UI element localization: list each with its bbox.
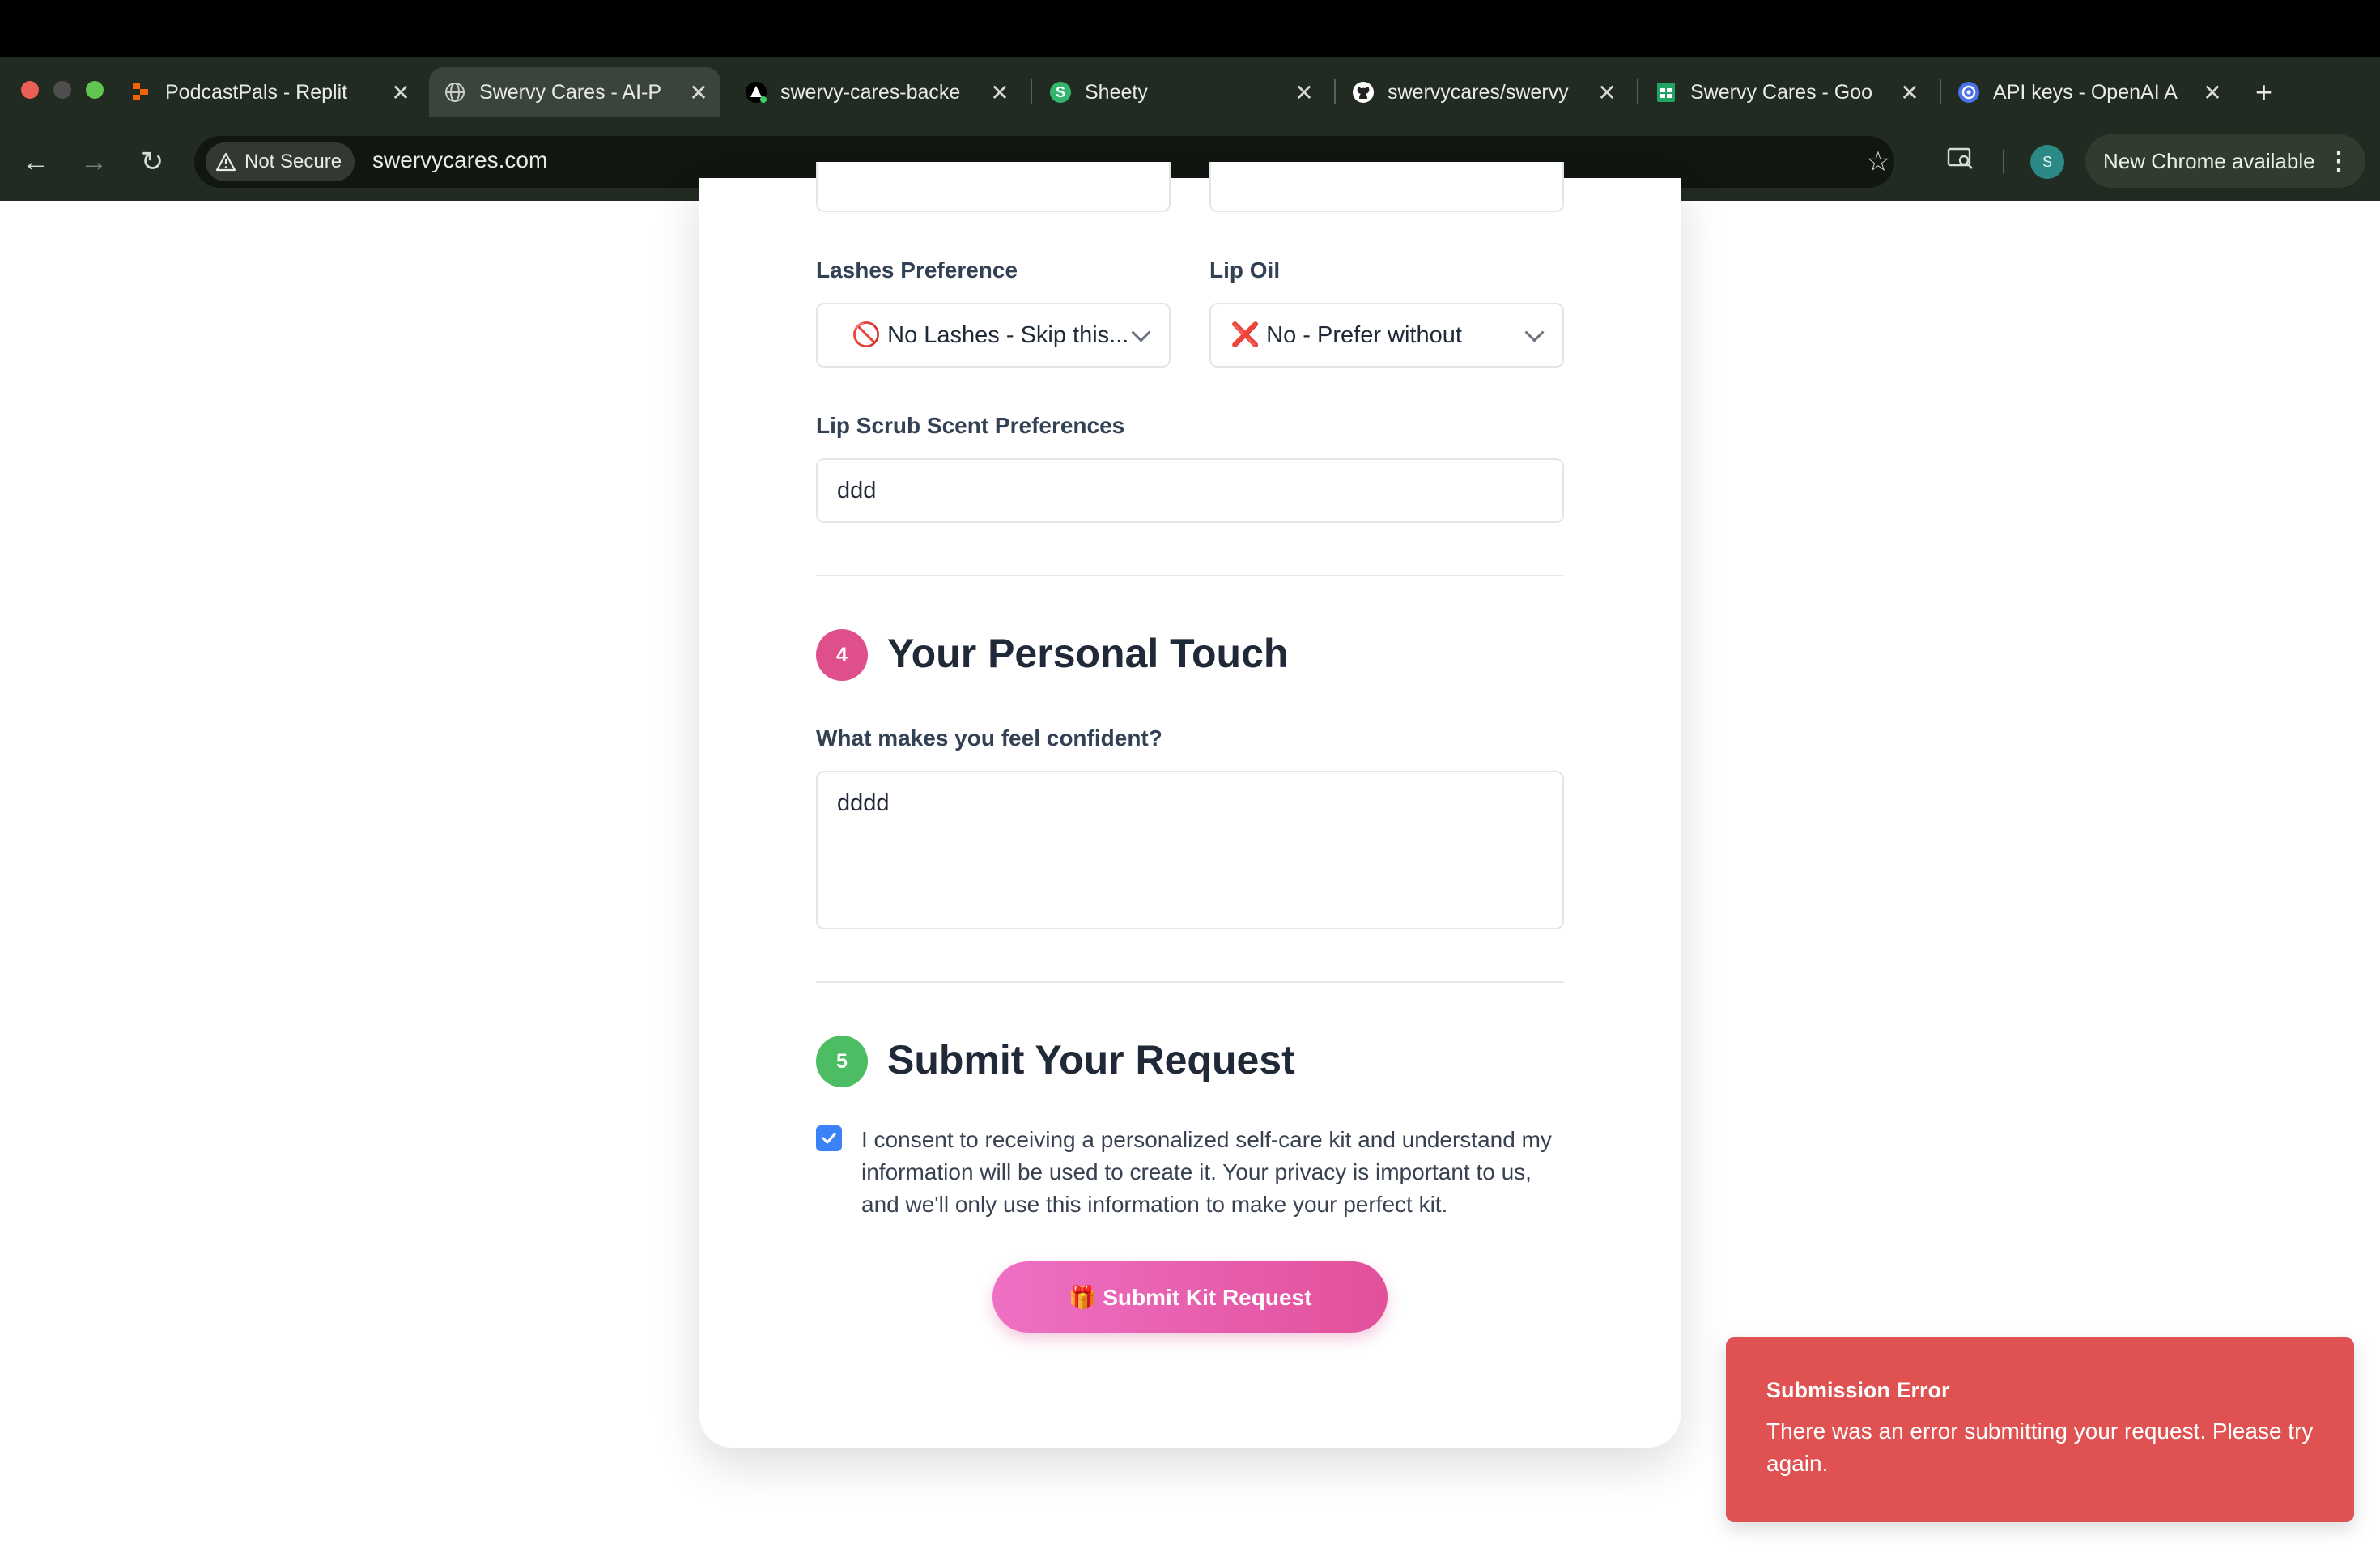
render-icon [745, 81, 767, 104]
reload-icon: ↻ [140, 147, 164, 177]
tab-separator [1637, 79, 1638, 104]
close-tab-icon[interactable]: ✕ [389, 79, 413, 106]
step-4-badge: 4 [816, 629, 868, 681]
search-tabs-button[interactable] [1941, 142, 1980, 181]
new-tab-button[interactable]: + [2255, 67, 2288, 117]
tab-title: Swervy Cares - Goo [1690, 80, 1873, 104]
lip-scrub-value: ddd [837, 477, 877, 504]
tab-separator [1940, 79, 1941, 104]
globe-icon [444, 81, 466, 104]
close-tab-icon[interactable]: ✕ [2200, 79, 2225, 106]
confidence-textarea[interactable]: dddd [816, 771, 1564, 929]
tab-title: API keys - OpenAI A [1993, 80, 2178, 104]
tab-title: Swervy Cares - AI-P [479, 80, 662, 104]
security-label: Not Secure [244, 151, 342, 172]
tab-separator [1031, 79, 1032, 104]
tab-swervy-cares[interactable]: Swervy Cares - AI-P ✕ [429, 67, 720, 117]
section-5-title: Submit Your Request [887, 1037, 1295, 1082]
sheets-icon [1655, 81, 1677, 104]
system-top-bar [0, 0, 2380, 57]
toast-message: There was an error submitting your reque… [1766, 1418, 2314, 1476]
lashes-label: Lashes Preference [816, 257, 1018, 283]
security-chip[interactable]: Not Secure [206, 142, 355, 181]
minimize-window-button[interactable] [53, 81, 71, 99]
close-tab-icon[interactable]: ✕ [988, 79, 1012, 106]
svg-text:S: S [1056, 84, 1065, 100]
tab-sheety[interactable]: S Sheety ✕ [1049, 67, 1316, 117]
tab-separator [1334, 79, 1336, 104]
lip-oil-value: ❌ No - Prefer without [1230, 322, 1462, 348]
arrow-left-icon: ← [22, 146, 49, 177]
search-tabs-icon [1947, 147, 1974, 178]
tab-title: Sheety [1085, 80, 1148, 104]
step-5-badge: 5 [816, 1036, 868, 1087]
openai-icon [1957, 81, 1980, 104]
tab-swervy-backend[interactable]: swervy-cares-backe ✕ [745, 67, 1012, 117]
chevron-down-icon [1524, 322, 1545, 342]
lip-oil-label: Lip Oil [1209, 257, 1281, 283]
tab-title: swervycares/swervy [1388, 80, 1569, 104]
reload-button[interactable]: ↻ [133, 142, 172, 181]
submit-label: 🎁 Submit Kit Request [1068, 1284, 1312, 1310]
lip-scrub-input[interactable]: ddd [816, 458, 1564, 523]
lashes-select[interactable]: 🚫 No Lashes - Skip this... [816, 303, 1171, 368]
section-divider [816, 981, 1564, 983]
close-tab-icon[interactable]: ✕ [1292, 79, 1316, 106]
consent-text: I consent to receiving a personalized se… [861, 1127, 1552, 1217]
replit-icon [130, 81, 152, 104]
tab-podcastpals[interactable]: PodcastPals - Replit ✕ [130, 67, 413, 117]
more-vert-icon[interactable]: ⋮ [2327, 147, 2351, 176]
warning-icon [215, 152, 236, 172]
profile-avatar[interactable]: S [2030, 145, 2064, 179]
tab-title: swervy-cares-backe [780, 80, 961, 104]
url-text[interactable]: swervycares.com [372, 147, 547, 173]
lashes-value: 🚫 No Lashes - Skip this... [852, 322, 1129, 348]
close-tab-icon[interactable]: ✕ [686, 79, 711, 106]
maximize-window-button[interactable] [86, 81, 104, 99]
new-chrome-available-button[interactable]: New Chrome available ⋮ [2085, 134, 2365, 188]
lip-scrub-label: Lip Scrub Scent Preferences [816, 413, 1125, 438]
sheety-icon: S [1049, 81, 1072, 104]
close-window-button[interactable] [21, 81, 39, 99]
consent-checkbox[interactable] [816, 1125, 842, 1151]
arrow-right-icon: → [80, 146, 108, 177]
github-icon [1352, 81, 1375, 104]
toast-title: Submission Error [1766, 1378, 1950, 1402]
new-chrome-label: New Chrome available [2103, 148, 2315, 173]
tab-title: PodcastPals - Replit [165, 80, 348, 104]
confidence-value: dddd [837, 790, 890, 816]
toolbar-separator [2003, 150, 2004, 174]
previous-select-field[interactable] [1209, 162, 1564, 212]
close-tab-icon[interactable]: ✕ [1595, 79, 1619, 106]
section-4-title: Your Personal Touch [887, 631, 1289, 676]
bookmark-star-button[interactable]: ☆ [1859, 142, 1898, 181]
checkmark-icon [820, 1129, 838, 1147]
plus-icon: + [2255, 75, 2273, 108]
close-tab-icon[interactable]: ✕ [1898, 79, 1922, 106]
previous-select-field[interactable] [816, 162, 1171, 212]
submit-kit-request-button[interactable]: 🎁 Submit Kit Request [992, 1261, 1388, 1333]
tab-google-sheets[interactable]: Swervy Cares - Goo ✕ [1655, 67, 1922, 117]
forward-button[interactable]: → [74, 142, 113, 181]
section-divider [816, 575, 1564, 576]
confidence-label: What makes you feel confident? [816, 725, 1162, 751]
error-toast[interactable]: Submission Error There was an error subm… [1726, 1337, 2354, 1522]
star-icon: ☆ [1865, 147, 1891, 177]
tab-openai[interactable]: API keys - OpenAI A ✕ [1957, 67, 2225, 117]
back-button[interactable]: ← [16, 142, 55, 181]
tab-github[interactable]: swervycares/swervy ✕ [1352, 67, 1619, 117]
lip-oil-select[interactable]: ❌ No - Prefer without [1209, 303, 1564, 368]
